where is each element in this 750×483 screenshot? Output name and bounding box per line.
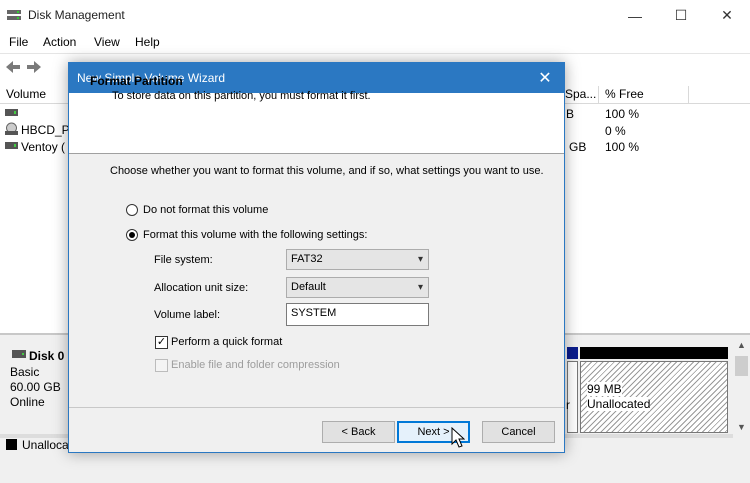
- back-button[interactable]: < Back: [322, 421, 395, 443]
- row3-name: Ventoy (: [21, 140, 66, 154]
- quick-format-label[interactable]: Perform a quick format: [171, 336, 282, 348]
- drive-icon: [5, 142, 18, 149]
- compression-checkbox[interactable]: [155, 359, 168, 372]
- partition-bar-unallocated: [580, 347, 728, 359]
- mouse-cursor-icon: [451, 427, 465, 448]
- compression-label: Enable file and folder compression: [171, 359, 340, 371]
- file-system-value: FAT32: [291, 253, 323, 265]
- unallocated-size: 99 MB: [587, 382, 622, 396]
- close-button[interactable]: ✕: [704, 0, 750, 31]
- window-title: Disk Management: [28, 8, 125, 22]
- row3-space: GB: [569, 140, 587, 154]
- wizard-footer-divider: [69, 407, 564, 408]
- maximize-button[interactable]: ☐: [658, 0, 704, 31]
- menu-file[interactable]: File: [9, 35, 28, 49]
- drive-icon: [5, 109, 18, 116]
- radio-do-not-format-label[interactable]: Do not format this volume: [143, 204, 268, 216]
- wizard-instructions: Choose whether you want to format this v…: [110, 165, 544, 177]
- wizard-heading: Format Partition: [90, 74, 183, 88]
- cancel-button[interactable]: Cancel: [482, 421, 555, 443]
- row2-free: 0 %: [605, 124, 626, 138]
- cd-drive-icon: [5, 122, 18, 135]
- minimize-button[interactable]: —: [612, 0, 658, 31]
- file-system-dropdown[interactable]: FAT32 ▾: [286, 249, 429, 270]
- partition-box[interactable]: [567, 361, 578, 433]
- allocation-unit-label: Allocation unit size:: [154, 282, 249, 294]
- radio-format-volume-label[interactable]: Format this volume with the following se…: [143, 229, 367, 241]
- disk-management-icon: [7, 10, 21, 20]
- column-percent-free[interactable]: % Free: [599, 86, 689, 103]
- disk-name: Disk 0: [29, 349, 65, 363]
- legend-unallocated-label: Unalloca: [22, 438, 69, 452]
- volume-label-input[interactable]: SYSTEM: [286, 303, 429, 326]
- quick-format-checkbox[interactable]: ✓: [155, 336, 168, 349]
- back-arrow-icon[interactable]: [5, 60, 21, 74]
- menu-help[interactable]: Help: [135, 35, 160, 49]
- menu-view[interactable]: View: [94, 35, 120, 49]
- radio-format-volume[interactable]: [126, 229, 138, 241]
- allocation-unit-value: Default: [291, 281, 326, 293]
- partition-bar-primary: [567, 347, 578, 359]
- column-free-space[interactable]: Spa...: [563, 86, 599, 103]
- legend-unallocated-swatch: [6, 439, 17, 450]
- partition-box-label: r: [566, 398, 570, 412]
- radio-do-not-format[interactable]: [126, 204, 138, 216]
- scroll-down-icon[interactable]: ▼: [737, 422, 746, 432]
- file-system-label: File system:: [154, 254, 213, 266]
- disk-type: Basic: [10, 365, 40, 379]
- disk-size: 60.00 GB: [10, 380, 61, 394]
- wizard-dialog: New Simple Volume Wizard ✕ Format Partit…: [68, 62, 565, 453]
- chevron-down-icon: ▾: [417, 254, 423, 265]
- scroll-thumb[interactable]: [735, 356, 748, 376]
- menu-action[interactable]: Action: [43, 35, 76, 49]
- wizard-close-button[interactable]: ✕: [530, 65, 560, 91]
- column-volume[interactable]: Volume: [0, 86, 70, 103]
- wizard-subheading: To store data on this partition, you mus…: [112, 90, 371, 102]
- row1-free: 100 %: [605, 107, 640, 121]
- unallocated-label: Unallocated: [587, 397, 651, 411]
- disk-icon: [12, 350, 26, 358]
- chevron-down-icon: ▾: [417, 282, 423, 293]
- scroll-up-icon[interactable]: ▲: [737, 340, 746, 350]
- wizard-header: [69, 93, 564, 154]
- row3-free: 100 %: [605, 140, 640, 154]
- forward-arrow-icon[interactable]: [26, 60, 42, 74]
- disk-status: Online: [10, 395, 45, 409]
- volume-label-label: Volume label:: [154, 309, 221, 321]
- row1-space: B: [566, 107, 575, 121]
- allocation-unit-dropdown[interactable]: Default ▾: [286, 277, 429, 298]
